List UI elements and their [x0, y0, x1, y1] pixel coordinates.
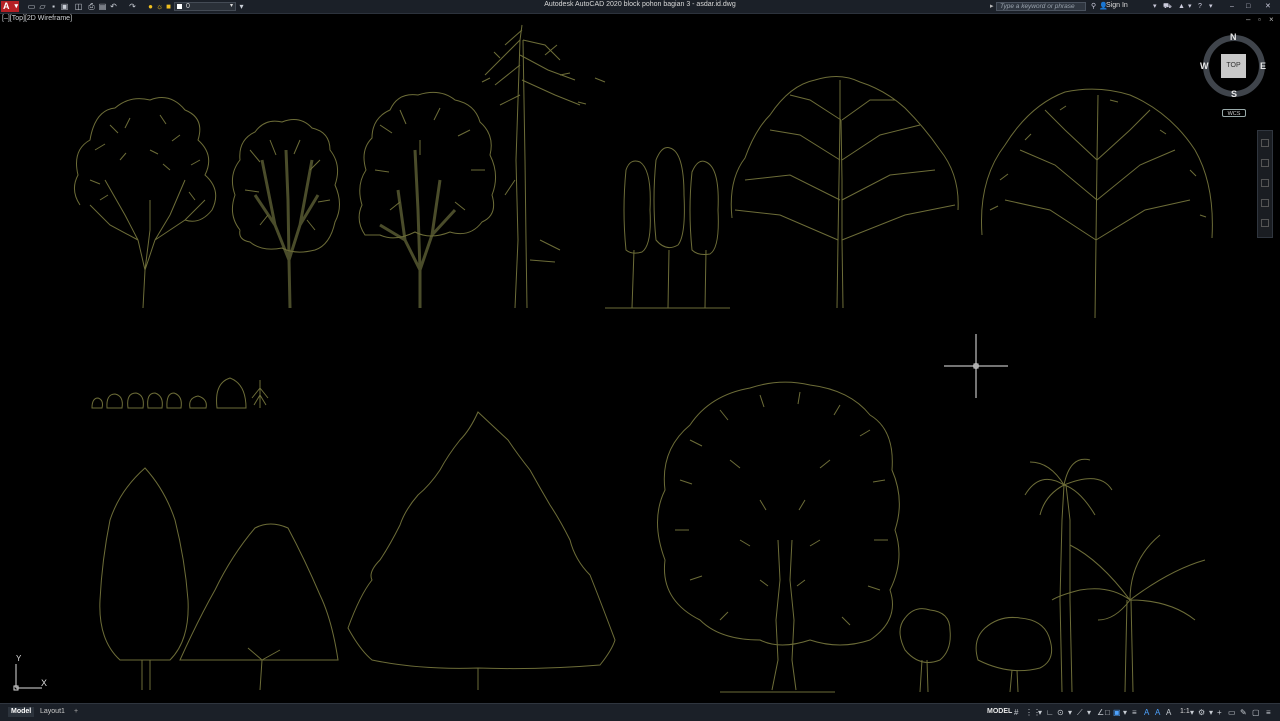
tree-block-1	[74, 97, 217, 309]
showmotion-icon[interactable]	[1261, 219, 1269, 227]
polar-icon[interactable]: ⊙	[1057, 708, 1064, 718]
customize-menu-icon[interactable]: ≡	[1266, 708, 1271, 718]
tree-block-9	[179, 523, 339, 691]
maximize-icon[interactable]: □	[1246, 2, 1250, 11]
infer-constraints-icon[interactable]: ▾	[1038, 708, 1042, 718]
help-icon[interactable]: ?	[1198, 2, 1202, 11]
steering-wheel-icon[interactable]	[1261, 139, 1269, 147]
add-layout-button[interactable]: +	[71, 707, 81, 717]
annotation-visibility-icon[interactable]: A	[1144, 708, 1149, 718]
osnap-icon[interactable]: □	[1105, 708, 1110, 718]
annotation-scale-value[interactable]: 1:1	[1180, 708, 1190, 715]
palm-block-2	[1051, 534, 1206, 693]
tree-block-12	[899, 608, 951, 693]
tree-block-8	[99, 467, 189, 690]
clean-screen-icon[interactable]: ▢	[1252, 708, 1260, 718]
zoom-icon[interactable]	[1261, 179, 1269, 187]
annotation-monitor-icon[interactable]: +	[1217, 708, 1222, 718]
chevron-down-icon[interactable]: ▾	[1209, 708, 1213, 718]
wcs-menu-button[interactable]: WCS	[1222, 109, 1246, 117]
lineweight-icon[interactable]: ▣	[1113, 708, 1121, 718]
status-bar: Model Layout1 + MODEL # ⋮⋮ ▾ ∟ ⊙ ▾ ⟋ ▾ ∠…	[0, 703, 1280, 721]
annotation-scale-icon[interactable]: A	[1166, 708, 1171, 718]
tab-model[interactable]: Model	[8, 707, 35, 717]
isolate-objects-icon[interactable]: ✎	[1240, 708, 1247, 718]
drawing-canvas[interactable]	[0, 13, 1280, 703]
viewport-controls-label[interactable]: [–][Top][2D Wireframe]	[2, 15, 72, 22]
ucs-labels: Y X	[10, 654, 54, 694]
tree-block-11	[657, 381, 900, 693]
chevron-down-icon[interactable]: ▾	[1068, 708, 1072, 718]
compass-east[interactable]: E	[1260, 61, 1266, 71]
search-input[interactable]: Type a keyword or phrase	[996, 2, 1086, 11]
units-icon[interactable]: ▭	[1228, 708, 1236, 718]
close-icon[interactable]: ✕	[1265, 2, 1271, 11]
binoculars-icon[interactable]: ⚲	[1091, 2, 1096, 11]
tree-block-6	[730, 76, 959, 309]
model-space-button[interactable]: MODEL	[987, 708, 1012, 715]
tree-block-7	[981, 88, 1213, 319]
minimize-icon[interactable]: –	[1230, 2, 1234, 11]
chevron-down-icon[interactable]: ▾	[1209, 2, 1213, 11]
tab-layout1[interactable]: Layout1	[37, 707, 68, 717]
tree-block-2	[231, 119, 340, 309]
viewcube[interactable]: TOP N S E W	[1200, 32, 1268, 100]
tree-block-4	[481, 24, 606, 309]
tree-block-5	[605, 147, 730, 309]
isodraft-icon[interactable]: ⟋	[1077, 708, 1083, 718]
chevron-down-icon[interactable]: ▾	[1153, 2, 1157, 11]
workspace-gear-icon[interactable]: ⚙	[1198, 708, 1205, 718]
compass-south[interactable]: S	[1231, 89, 1237, 99]
search-expand-icon[interactable]: ▸	[990, 2, 994, 10]
window-title: Autodesk AutoCAD 2020 block pohon bagian…	[544, 1, 736, 8]
ucs-x-label: X	[41, 678, 48, 688]
tree-block-13	[975, 617, 1053, 693]
title-bar: A ▭ ▱ ▪ ▣ ◫ ⎙ ▤ ↶ ↷ ● ☼ ■ 0 ▾ ▾ Autodesk…	[0, 0, 1280, 14]
grid-icon[interactable]: #	[1014, 708, 1018, 718]
tree-block-10	[347, 411, 616, 690]
selection-cycling-icon[interactable]: ≡	[1132, 708, 1137, 718]
viewcube-top-face[interactable]: TOP	[1221, 54, 1246, 78]
compass-west[interactable]: W	[1200, 61, 1209, 71]
palm-block-1	[1024, 458, 1113, 693]
ortho-icon[interactable]: ∟	[1046, 708, 1054, 718]
chevron-down-icon[interactable]: ▾	[1087, 708, 1091, 718]
ucs-y-label: Y	[16, 654, 22, 663]
auto-scale-icon[interactable]: A	[1155, 708, 1160, 718]
chevron-down-icon[interactable]: ▾	[1123, 708, 1127, 718]
crosshair-cursor	[944, 334, 1008, 398]
compass-north[interactable]: N	[1230, 32, 1237, 42]
pan-icon[interactable]	[1261, 159, 1269, 167]
a360-icon[interactable]: ▲	[1178, 2, 1185, 11]
cart-icon[interactable]: ⛟	[1163, 2, 1172, 11]
tree-block-3	[358, 91, 496, 308]
navigation-bar	[1257, 130, 1273, 238]
shrub-row-blocks	[91, 377, 269, 409]
orbit-icon[interactable]	[1261, 199, 1269, 207]
chevron-down-icon[interactable]: ▾	[1188, 2, 1192, 11]
chevron-down-icon[interactable]: ▾	[1190, 708, 1194, 718]
osnap-tracking-icon[interactable]: ∠	[1097, 708, 1104, 718]
sign-in-button[interactable]: Sign In	[1106, 2, 1128, 9]
